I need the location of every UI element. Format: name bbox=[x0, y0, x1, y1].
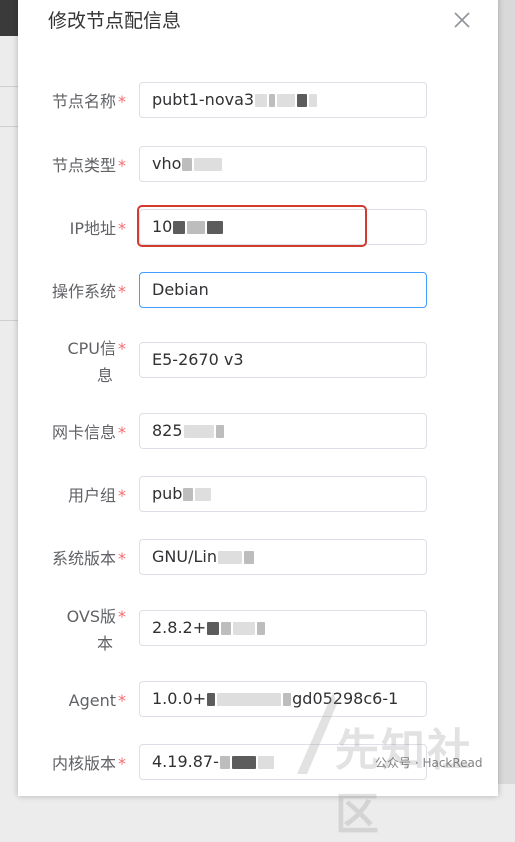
backdrop-divider bbox=[0, 86, 18, 87]
backdrop-right-edge bbox=[498, 0, 515, 784]
nic-label: 网卡信息 * bbox=[51, 423, 126, 442]
cpu-label: CPU信 * 息 bbox=[67, 339, 126, 385]
agent-label: Agent * bbox=[68, 691, 126, 710]
node-name-input[interactable]: pubt1-nova3 bbox=[139, 82, 427, 118]
dialog-title: 修改节点配信息 bbox=[48, 10, 182, 32]
sys-version-label: 系统版本 * bbox=[51, 549, 126, 568]
ip-highlight-annotation bbox=[137, 205, 367, 247]
cpu-input[interactable]: E5-2670 v3 bbox=[139, 342, 427, 378]
backdrop-divider bbox=[0, 320, 18, 321]
node-type-input[interactable]: vho bbox=[139, 146, 427, 182]
node-type-label: 节点类型 * bbox=[51, 156, 126, 175]
sys-version-input[interactable]: GNU/Lin bbox=[139, 539, 427, 575]
ovs-version-input[interactable]: 2.8.2+ bbox=[139, 610, 427, 646]
nic-input[interactable]: 825 bbox=[139, 413, 427, 449]
ovs-version-label: OVS版 * 本 bbox=[66, 607, 126, 653]
kernel-label: 内核版本 * bbox=[51, 754, 126, 773]
user-group-input[interactable]: pub bbox=[139, 476, 427, 512]
node-name-label: 节点名称 * bbox=[51, 92, 126, 111]
backdrop-divider bbox=[0, 126, 18, 127]
backdrop-left-edge bbox=[0, 0, 18, 36]
agent-input[interactable]: 1.0.0+ gd05298c6-1 bbox=[139, 681, 427, 717]
os-label: 操作系统 * bbox=[51, 282, 126, 301]
edit-node-dialog: 修改节点配信息 节点名称 * pubt1-nova3 节点类型 * vho IP地址… bbox=[18, 0, 498, 796]
kernel-input[interactable]: 4.19.87- bbox=[139, 744, 427, 780]
dialog-header: 修改节点配信息 bbox=[18, 0, 498, 46]
user-group-label: 用户组 * bbox=[67, 486, 126, 505]
close-icon[interactable] bbox=[452, 10, 472, 30]
ip-label: IP地址 * bbox=[69, 219, 126, 238]
os-input[interactable]: Debian bbox=[139, 272, 427, 308]
